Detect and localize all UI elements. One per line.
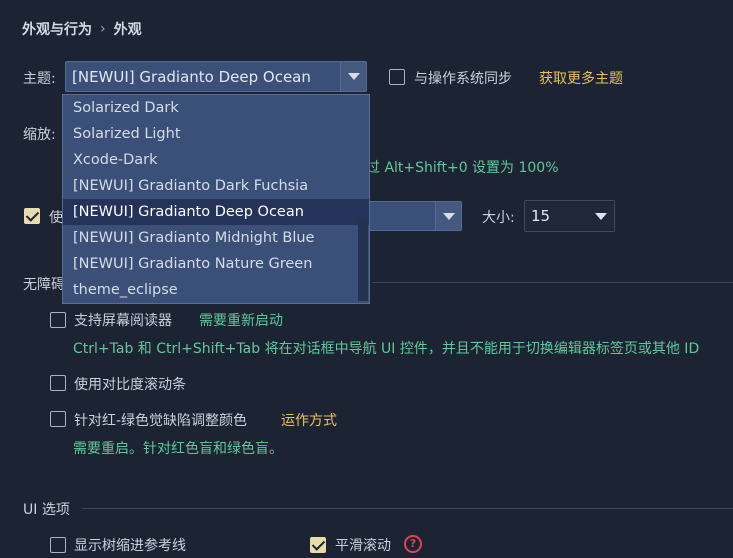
theme-dropdown-button[interactable]: [340, 62, 366, 91]
custom-font-label: 使: [49, 210, 63, 226]
breadcrumb-separator: ›: [100, 21, 106, 37]
font-size-combobox[interactable]: 15: [524, 200, 615, 232]
chevron-down-icon: [442, 212, 455, 220]
restart-required-text: 需要重新启动: [199, 313, 283, 329]
theme-option[interactable]: Xcode-Dark: [63, 147, 369, 173]
ui-options-header: UI 选项: [23, 502, 70, 518]
font-size-dropdown-button[interactable]: [588, 201, 614, 231]
tree-indent-label: 显示树缩进参考线: [74, 538, 186, 554]
theme-combobox-value: [NEWUI] Gradianto Deep Ocean: [72, 67, 311, 86]
accessibility-header: 无障碍: [23, 277, 65, 293]
contrast-scrollbars-checkbox[interactable]: [50, 375, 66, 391]
screen-reader-hint: Ctrl+Tab 和 Ctrl+Shift+Tab 将在对话框中导航 UI 控件…: [73, 341, 700, 357]
smooth-scroll-checkbox[interactable]: [310, 537, 326, 553]
theme-option[interactable]: [NEWUI] Gradianto Dark Fuchsia: [63, 173, 369, 199]
theme-option[interactable]: [NEWUI] Gradianto Nature Green: [63, 251, 369, 277]
theme-option[interactable]: Solarized Dark: [63, 95, 369, 121]
screen-reader-checkbox[interactable]: [50, 312, 66, 328]
font-dropdown-button[interactable]: [435, 202, 461, 230]
tree-indent-checkbox[interactable]: [50, 537, 66, 553]
theme-label: 主题:: [23, 71, 56, 87]
get-more-themes-link[interactable]: 获取更多主题: [539, 68, 623, 88]
breadcrumb-current: 外观: [113, 22, 142, 38]
section-divider: [82, 508, 733, 509]
color-deficiency-label: 针对红-绿色觉缺陷调整颜色: [74, 413, 248, 429]
color-deficiency-hint: 需要重启。针对红色盲和绿色盲。: [73, 441, 283, 457]
contrast-scrollbars-label: 使用对比度滚动条: [74, 377, 186, 393]
breadcrumb: 外观与行为 › 外观: [22, 19, 142, 39]
screen-reader-label: 支持屏幕阅读器: [74, 313, 172, 329]
breadcrumb-parent[interactable]: 外观与行为: [22, 19, 92, 39]
font-size-value: 15: [531, 207, 551, 225]
theme-option[interactable]: Solarized Light: [63, 121, 369, 147]
sync-os-label: 与操作系统同步: [414, 71, 512, 87]
theme-dropdown-popup: Solarized Dark Solarized Light Xcode-Dar…: [62, 94, 370, 304]
chevron-down-icon: [595, 212, 607, 220]
color-deficiency-checkbox[interactable]: [50, 411, 66, 427]
font-family-combobox[interactable]: [360, 201, 462, 231]
custom-font-checkbox[interactable]: [24, 208, 40, 224]
font-size-label: 大小:: [482, 210, 515, 226]
sync-os-checkbox[interactable]: [389, 69, 405, 85]
chevron-down-icon: [347, 73, 360, 80]
zoom-label: 缩放:: [23, 127, 56, 143]
section-divider: [372, 282, 733, 283]
zoom-hint: 过 Alt+Shift+0 设置为 100%: [366, 160, 559, 176]
theme-option[interactable]: [NEWUI] Gradianto Midnight Blue: [63, 225, 369, 251]
theme-option-selected[interactable]: [NEWUI] Gradianto Deep Ocean: [63, 199, 369, 225]
smooth-scroll-label: 平滑滚动: [335, 538, 391, 554]
theme-option[interactable]: theme_eclipse: [63, 277, 369, 303]
theme-combobox[interactable]: [NEWUI] Gradianto Deep Ocean: [65, 61, 367, 92]
help-icon[interactable]: ?: [404, 535, 422, 553]
how-it-works-link[interactable]: 运作方式: [281, 410, 337, 430]
dropdown-scrollbar[interactable]: [358, 219, 368, 301]
